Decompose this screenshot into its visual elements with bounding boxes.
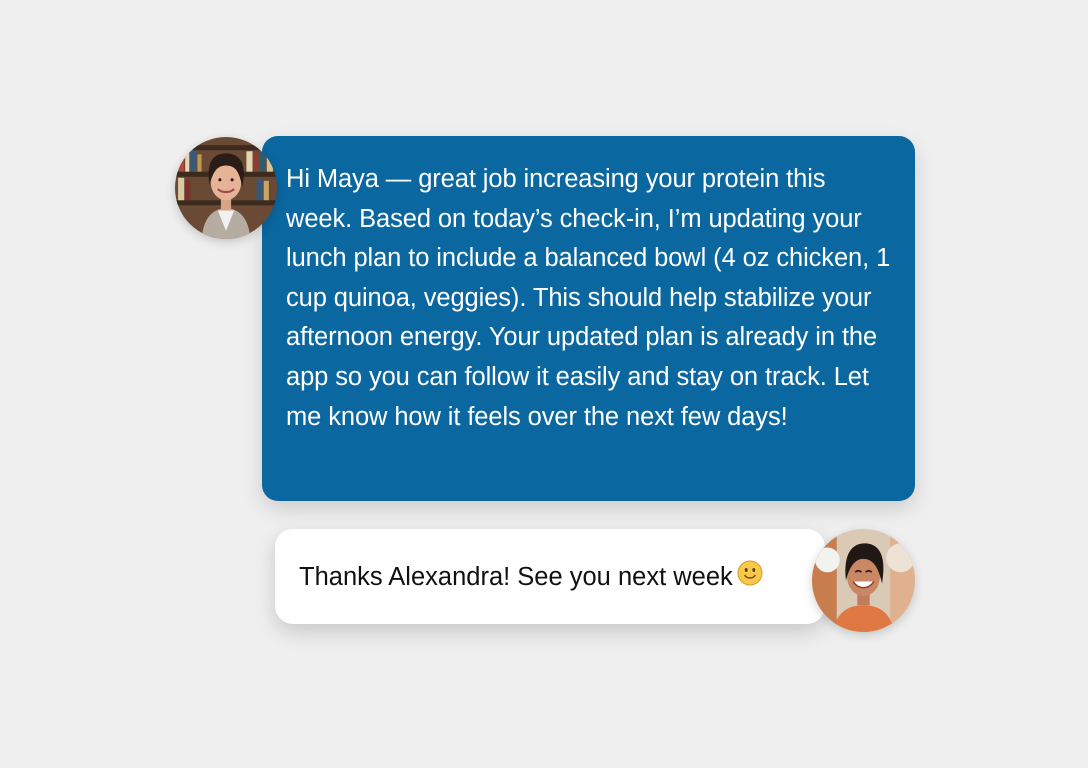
client-avatar bbox=[812, 529, 915, 632]
coach-avatar bbox=[175, 137, 277, 239]
coach-message-text: Hi Maya — great job increasing your prot… bbox=[286, 165, 891, 431]
slightly-smiling-face-icon bbox=[737, 560, 763, 586]
client-message-text: Thanks Alexandra! See you next week bbox=[299, 563, 733, 591]
coach-message-bubble: Hi Maya — great job increasing your prot… bbox=[262, 136, 915, 501]
client-message-bubble: Thanks Alexandra! See you next week bbox=[275, 529, 825, 624]
coach-avatar-image bbox=[175, 137, 277, 239]
client-avatar-image bbox=[812, 529, 915, 632]
client-message-line: Thanks Alexandra! See you next week bbox=[299, 560, 763, 593]
